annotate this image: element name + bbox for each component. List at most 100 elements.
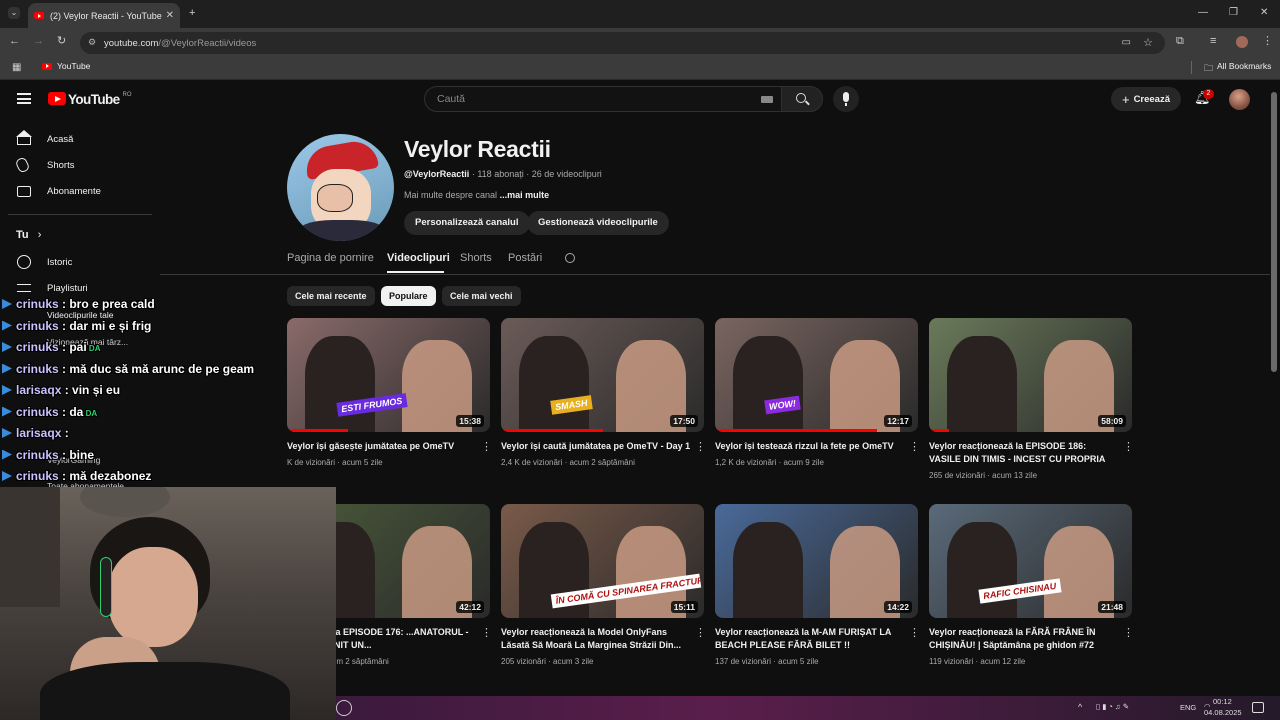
video-duration: 58:09 [1098, 415, 1126, 427]
language-indicator[interactable]: ENG [1180, 703, 1196, 712]
restore-icon[interactable]: ❐ [1229, 7, 1238, 18]
taskbar-search-icon[interactable] [336, 700, 352, 716]
video-thumbnail[interactable]: ESTI FRUMOS 15:38 [287, 318, 490, 432]
video-title[interactable]: Veylor își caută jumătatea pe OmeTV - Da… [501, 440, 691, 453]
chat-emote: DA [83, 408, 98, 418]
microphone-icon [843, 92, 849, 102]
channel-about[interactable]: Mai multe despre canal ...mai multe [404, 190, 549, 200]
create-button[interactable]: + Creează [1111, 87, 1181, 111]
sidebar-item-shorts[interactable]: Shorts [0, 152, 152, 178]
new-tab-icon[interactable]: + [189, 8, 195, 19]
tray-chevron-icon[interactable]: ^ [1078, 702, 1082, 712]
sidebar-item-label: Playlisturi [47, 282, 88, 294]
avatar-shirt [297, 220, 387, 241]
cast-icon[interactable]: ▭ [1122, 37, 1131, 48]
chat-username: crinuks [16, 404, 59, 419]
chat-text: : pai [58, 340, 87, 354]
site-info-icon[interactable]: ⚙ [88, 37, 96, 48]
customize-channel-button[interactable]: Personalizează canalul [404, 211, 530, 235]
tab-posts[interactable]: Postări [508, 252, 542, 264]
video-duration: 15:11 [670, 601, 698, 613]
video-thumbnail[interactable]: ÎN COMĂ CU SPINAREA FRACTURATĂ 15:11 [501, 504, 704, 618]
close-window-icon[interactable]: ✕ [1260, 7, 1268, 18]
sidebar-item-history[interactable]: Istoric [0, 249, 152, 275]
video-thumbnail[interactable]: 14:22 [715, 504, 918, 618]
video-thumbnail[interactable]: RAFIC CHISINAU 21:48 [929, 504, 1132, 618]
watch-progress-bar [501, 429, 603, 432]
tab-shorts[interactable]: Shorts [460, 252, 492, 264]
keyboard-icon[interactable] [761, 96, 773, 103]
more-actions-icon[interactable]: ⋮ [481, 626, 492, 639]
search-icon-handle [805, 100, 810, 106]
more-actions-icon[interactable]: ⋮ [1123, 626, 1134, 639]
minimize-icon[interactable]: — [1198, 7, 1208, 18]
chip-popular[interactable]: Populare [381, 286, 436, 306]
more-actions-icon[interactable]: ⋮ [695, 626, 706, 639]
browser-toolbar: ← → ↻ ⚙ youtube.com/@VeylorReactii/video… [0, 28, 1280, 56]
video-title[interactable]: Veylor își testează rizzul la fete pe Om… [715, 440, 905, 453]
tab-search-icon[interactable]: ⌄ [8, 7, 20, 19]
all-bookmarks[interactable]: 🗀 All Bookmarks [1204, 61, 1271, 77]
extensions-icon[interactable]: ⧉ [1176, 36, 1184, 47]
bookmark-star-icon[interactable]: ☆ [1143, 36, 1153, 49]
all-bookmarks-label: All Bookmarks [1217, 61, 1272, 71]
thumbnail-person-left [733, 522, 803, 618]
tab-home[interactable]: Pagina de pornire [287, 252, 374, 264]
guide-menu-icon[interactable] [17, 93, 31, 104]
video-title[interactable]: Veylor reacționează la EPISODE 186: VASI… [929, 440, 1119, 466]
video-title[interactable]: Veylor reacționează la M-AM FURIȘAT LA B… [715, 626, 905, 652]
sidebar-item-home[interactable]: Acasă [0, 126, 152, 152]
more-actions-icon[interactable]: ⋮ [909, 626, 920, 639]
video-thumbnail[interactable]: SMASH 17:50 [501, 318, 704, 432]
search-input[interactable]: Caută [424, 86, 782, 112]
search-button[interactable] [781, 86, 823, 112]
chip-latest[interactable]: Cele mai recente [287, 286, 375, 306]
voice-search-button[interactable] [833, 86, 859, 112]
apps-grid-icon[interactable]: ▦ [12, 62, 21, 73]
more-actions-icon[interactable]: ⋮ [1123, 440, 1134, 453]
microphone-stand [845, 103, 847, 106]
play-triangle [55, 95, 61, 102]
chrome-menu-icon[interactable]: ⋮ [1262, 36, 1273, 47]
sidebar-you-header[interactable]: Tu › [16, 229, 41, 241]
video-title[interactable]: Veylor își găsește jumătatea pe OmeTV [287, 440, 477, 453]
about-more-link[interactable]: ...mai multe [500, 190, 550, 200]
back-icon[interactable]: ← [9, 36, 20, 47]
tab-videos[interactable]: Videoclipuri [387, 252, 450, 264]
chip-oldest[interactable]: Cele mai vechi [442, 286, 521, 306]
subscriptions-icon [17, 186, 31, 197]
video-duration: 12:17 [884, 415, 912, 427]
channel-search-icon[interactable] [565, 253, 575, 263]
thumbnail-person-left [733, 336, 803, 432]
more-actions-icon[interactable]: ⋮ [695, 440, 706, 453]
tray-icons[interactable]: ▯ ▮ ◔ ♫ ✎ [1096, 702, 1129, 711]
video-thumbnail[interactable]: 58:09 [929, 318, 1132, 432]
chat-text: : bro e prea cald [58, 297, 155, 311]
forward-icon[interactable]: → [33, 36, 44, 47]
video-title[interactable]: Veylor reacționează la FĂRĂ FRÂNE ÎN CHI… [929, 626, 1119, 652]
reload-icon[interactable]: ↻ [57, 36, 66, 47]
clock-time[interactable]: 00:12 [1213, 697, 1232, 706]
profile-avatar[interactable] [1236, 36, 1248, 48]
streamer-face [108, 547, 198, 647]
chat-username: crinuks [16, 318, 59, 333]
browser-tab[interactable]: (2) Veylor Reactii - YouTube ✕ [28, 3, 180, 28]
video-title[interactable]: Veylor reacționează la Model OnlyFans Lă… [501, 626, 691, 652]
youtube-logo[interactable]: YouTube RO [48, 92, 132, 107]
media-icon[interactable]: ≡ [1210, 36, 1216, 47]
more-actions-icon[interactable]: ⋮ [481, 440, 492, 453]
account-avatar[interactable] [1229, 89, 1250, 110]
manage-videos-button[interactable]: Gestionează videoclipurile [527, 211, 669, 235]
video-thumbnail[interactable]: WOW! 12:17 [715, 318, 918, 432]
clock-date[interactable]: 04.08.2025 [1204, 708, 1242, 717]
address-bar[interactable]: ⚙ youtube.com/@VeylorReactii/videos ▭ ☆ [80, 32, 1165, 54]
chat-badge-icon [2, 342, 12, 352]
channel-avatar[interactable] [287, 134, 394, 241]
page-scrollbar[interactable] [1271, 92, 1277, 372]
tab-close-icon[interactable]: ✕ [166, 10, 174, 21]
bookmark-youtube[interactable]: YouTube [42, 61, 90, 71]
notification-center-icon[interactable] [1252, 702, 1264, 713]
sidebar-item-subscriptions[interactable]: Abonamente [0, 178, 152, 204]
video-duration: 17:50 [670, 415, 698, 427]
more-actions-icon[interactable]: ⋮ [909, 440, 920, 453]
